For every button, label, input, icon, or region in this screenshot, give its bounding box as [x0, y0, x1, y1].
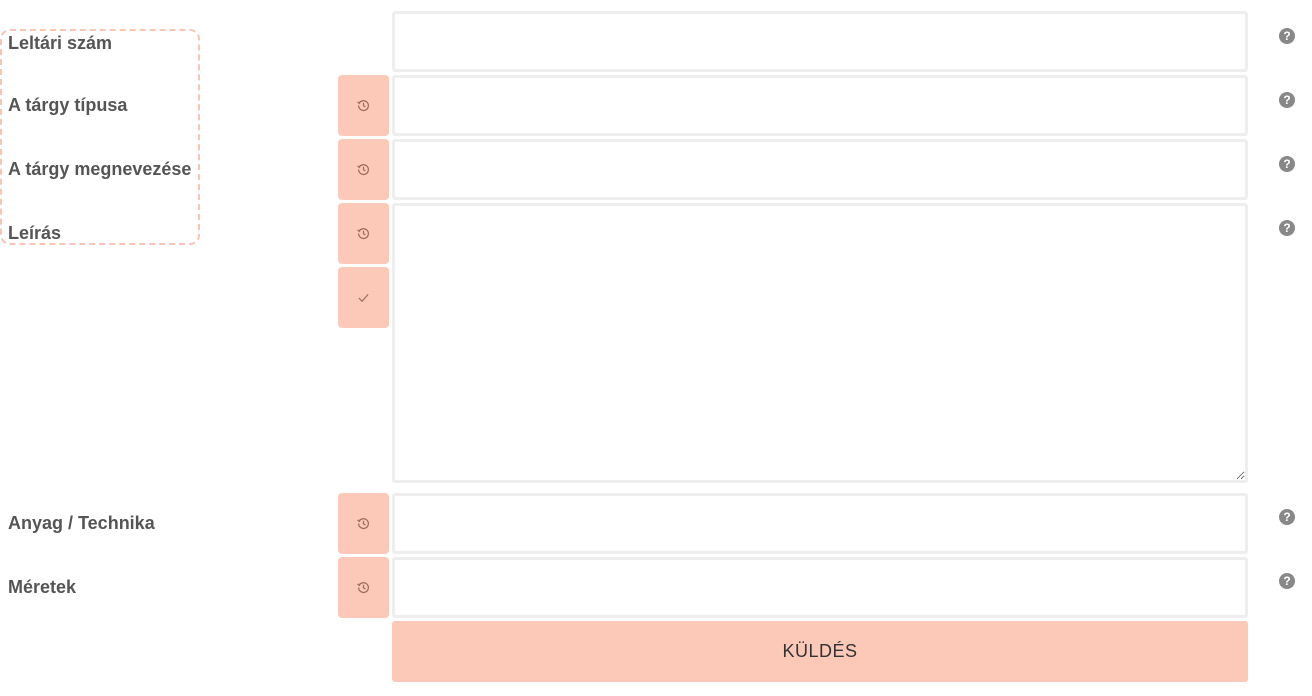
history-button-leiras[interactable] [338, 203, 389, 264]
leiras-textarea[interactable] [392, 203, 1248, 483]
label-highlight-box [0, 29, 200, 245]
anyag-technika-input[interactable] [392, 493, 1248, 554]
history-icon [357, 582, 369, 594]
label-leltari-szam: Leltári szám [8, 33, 113, 53]
help-icon-leiras[interactable]: ? [1279, 220, 1295, 236]
label-anyag-technika: Anyag / Technika [8, 513, 155, 533]
history-button-meretek[interactable] [338, 557, 389, 618]
history-button-targy-megnevezese[interactable] [338, 139, 389, 200]
history-button-targy-tipusa[interactable] [338, 75, 389, 136]
history-button-anyag-technika[interactable] [338, 493, 389, 554]
history-icon [357, 228, 369, 240]
submit-button[interactable]: KÜLDÉS [392, 621, 1248, 682]
history-icon [357, 100, 369, 112]
check-button-leiras[interactable] [338, 267, 389, 328]
label-meretek: Méretek [8, 577, 77, 597]
label-leiras: Leírás [8, 223, 62, 243]
label-targy-tipusa: A tárgy típusa [8, 95, 128, 115]
targy-tipusa-input[interactable] [392, 75, 1248, 136]
history-icon [357, 518, 369, 530]
help-icon-leltari-szam[interactable]: ? [1279, 28, 1295, 44]
help-icon-meretek[interactable]: ? [1279, 573, 1295, 589]
label-targy-megnevezese: A tárgy megnevezése [8, 159, 192, 179]
meretek-input[interactable] [392, 557, 1248, 618]
help-icon-targy-megnevezese[interactable]: ? [1279, 156, 1295, 172]
help-icon-targy-tipusa[interactable]: ? [1279, 92, 1295, 108]
leltari-szam-input[interactable] [392, 11, 1248, 72]
history-icon [357, 164, 369, 176]
targy-megnevezese-input[interactable] [392, 139, 1248, 200]
check-icon [358, 293, 369, 303]
help-icon-anyag-technika[interactable]: ? [1279, 509, 1295, 525]
